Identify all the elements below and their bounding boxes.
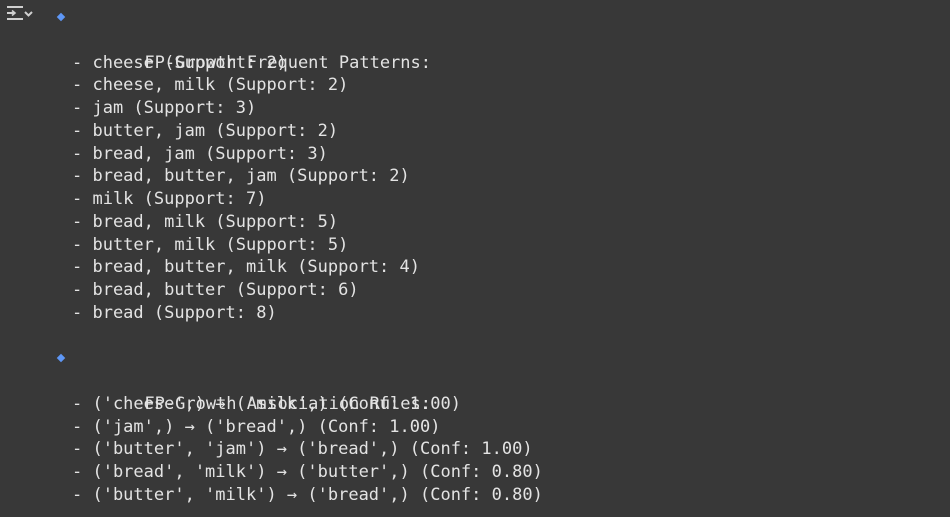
list-item: - bread, butter, jam (Support: 2) (72, 166, 410, 187)
patterns-heading: FP-Growth Frequent Patterns: (56, 6, 940, 73)
list-item: - ('butter', 'jam') → ('bread',) (Conf: … (72, 439, 533, 460)
list-item: - bread (Support: 8) (72, 302, 277, 323)
list-item: - ('bread', 'milk') → ('butter',) (Conf:… (72, 462, 543, 482)
output-collapse-icon[interactable] (4, 3, 34, 27)
list-item: - cheese, milk (Support: 2) (72, 75, 349, 96)
list-item: - bread, milk (Support: 5) (72, 211, 339, 232)
list-item: - bread, jam (Support: 3) (72, 143, 328, 164)
list-item: - jam (Support: 3) (72, 98, 257, 118)
list-item: - ('butter', 'milk') → ('bread',) (Conf:… (72, 484, 543, 505)
diamond-bullet-icon (56, 354, 66, 363)
list-item: - butter, milk (Support: 5) (72, 234, 349, 255)
patterns-list: - cheese (Support: 2) - cheese, milk (Su… (57, 52, 940, 325)
list-item: - butter, jam (Support: 2) (72, 120, 339, 141)
diamond-bullet-icon (56, 12, 66, 22)
cell-output: FP-Growth Frequent Patterns: - cheese (S… (0, 0, 950, 517)
list-item: - ('jam',) → ('bread',) (Conf: 1.00) (72, 416, 441, 437)
list-item: - bread, butter (Support: 6) (72, 280, 359, 300)
output-text: FP-Growth Frequent Patterns: - cheese (S… (56, 6, 940, 507)
patterns-title: FP-Growth Frequent Patterns: (144, 52, 431, 73)
list-item: - milk (Support: 7) (72, 189, 267, 209)
rules-title: FP-Growth Association Rules: (144, 393, 431, 414)
list-item: - bread, butter, milk (Support: 4) (72, 257, 420, 278)
rules-heading: FP-Growth Association Rules: (56, 347, 940, 414)
